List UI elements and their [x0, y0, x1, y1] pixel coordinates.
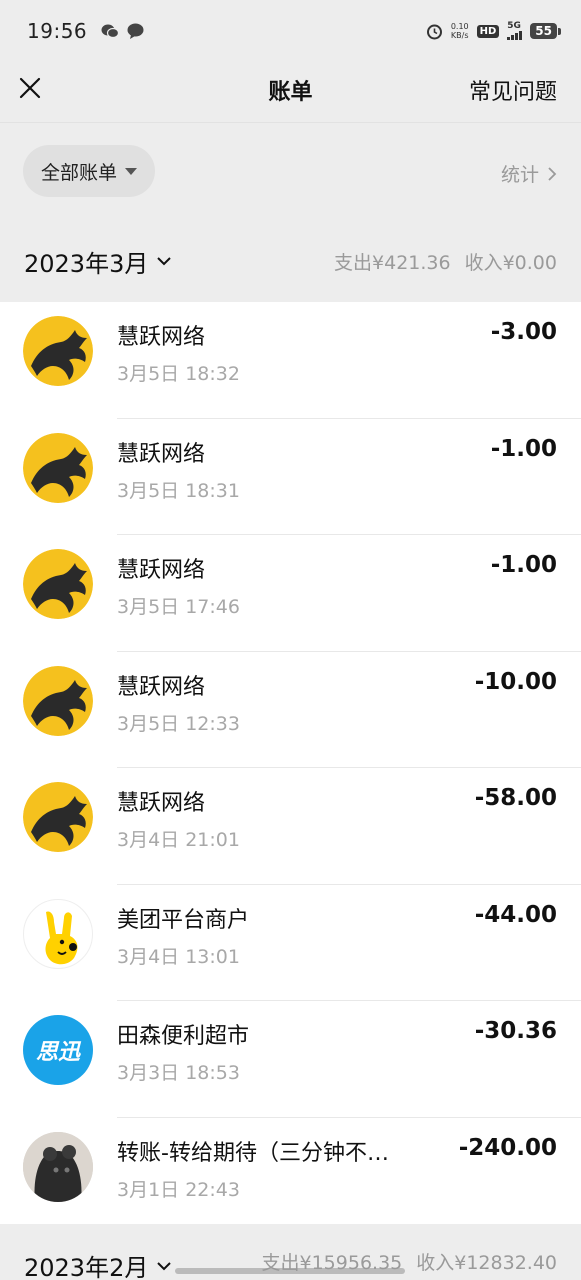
month-expense: 支出¥421.36 [334, 251, 451, 274]
netspeed: 0.10 KB/s [450, 22, 469, 40]
home-indicator[interactable] [175, 1268, 405, 1274]
stats-label: 统计 [500, 164, 539, 186]
merchant-name: 慧跃网络 [117, 325, 206, 350]
chevron-right-icon [548, 166, 557, 181]
transaction-row[interactable]: 美团平台商户 3月4日 13:01 -44.00 [0, 885, 581, 1001]
status-bar: 19:56 0.10 KB/s HD 5G 55 [0, 0, 581, 62]
sixun-logo-avatar: 思迅 [23, 1015, 93, 1085]
transaction-amount: -58.00 [474, 785, 557, 811]
month-summary: 支出¥421.36 收入¥0.00 [334, 248, 557, 275]
status-time: 19:56 [27, 19, 88, 43]
stats-link[interactable]: 统计 [501, 160, 557, 187]
faq-link[interactable]: 常见问题 [469, 74, 557, 106]
merchant-name: 慧跃网络 [117, 441, 206, 467]
month-income: 收入¥0.00 [464, 251, 557, 274]
filter-chip-label: 全部账单 [41, 161, 118, 184]
merchant-name: 田森便利超市 [117, 1024, 250, 1049]
all-bills-filter[interactable]: 全部账单 [23, 145, 156, 197]
network-type: 5G [507, 21, 521, 31]
transaction-amount: -240.00 [458, 1134, 557, 1161]
transaction-row[interactable]: 转账-转给期待（三分钟不… 3月1日 22:43 -240.00 [0, 1118, 581, 1234]
caret-down-icon [125, 167, 138, 175]
meituan-kangaroo-avatar [23, 898, 93, 969]
dragon-logo-avatar [23, 782, 93, 852]
merchant-name: 转账-转给期待（三分钟不… [117, 1140, 389, 1166]
transaction-time: 3月5日 18:32 [117, 363, 240, 385]
transaction-time: 3月1日 22:43 [117, 1178, 240, 1201]
transaction-time: 3月4日 21:01 [117, 829, 240, 851]
transaction-amount: -30.36 [474, 1018, 557, 1044]
chevron-down-icon [157, 257, 172, 266]
transaction-amount: -44.00 [474, 901, 557, 928]
dragon-logo-avatar [23, 549, 93, 619]
sixun-logo-text: 思迅 [35, 1040, 80, 1065]
transaction-row[interactable]: 慧跃网络 3月4日 21:01 -58.00 [0, 768, 581, 885]
transaction-time: 3月5日 12:33 [117, 712, 240, 735]
merchant-name: 慧跃网络 [117, 791, 206, 816]
pet-photo-avatar [23, 1131, 93, 1202]
month-selector[interactable]: 2023年2月 [24, 1248, 172, 1280]
month-header: 2023年3月 支出¥421.36 收入¥0.00 [0, 221, 581, 301]
dragon-logo-avatar [23, 316, 93, 386]
transaction-time: 3月4日 13:01 [117, 945, 240, 968]
transaction-row[interactable]: 思迅 田森便利超市 3月3日 18:53 -30.36 [0, 1001, 581, 1118]
month-selector[interactable]: 2023年3月 [24, 244, 172, 279]
signal-icon [507, 31, 523, 40]
chevron-down-icon [157, 1261, 172, 1270]
transaction-amount: -1.00 [490, 552, 557, 578]
dragon-logo-avatar [23, 665, 93, 736]
nav-bar: 账单 常见问题 [0, 62, 581, 122]
dragon-logo-avatar [23, 432, 93, 503]
merchant-name: 美团平台商户 [117, 907, 250, 933]
battery-indicator: 55 [530, 23, 561, 39]
transaction-row[interactable]: 慧跃网络 3月5日 18:31 -1.00 [0, 419, 581, 535]
transaction-row[interactable]: 慧跃网络 3月5日 17:46 -1.00 [0, 535, 581, 652]
filter-row: 全部账单 统计 [0, 123, 581, 221]
transaction-amount: -1.00 [490, 435, 557, 462]
hd-badge: HD [476, 24, 500, 38]
month-income: 收入¥12832.40 [416, 1252, 557, 1274]
wechat-icon [101, 24, 120, 38]
transaction-amount: -10.00 [474, 668, 557, 695]
merchant-name: 慧跃网络 [117, 558, 206, 583]
transaction-list: 慧跃网络 3月5日 18:32 -3.00 慧跃网络 3月5日 18:31 -1… [0, 302, 581, 1234]
transaction-row[interactable]: 慧跃网络 3月5日 18:32 -3.00 [0, 302, 581, 419]
message-bubble-icon [127, 23, 144, 39]
transaction-time: 3月3日 18:53 [117, 1062, 240, 1084]
merchant-name: 慧跃网络 [117, 674, 206, 700]
alarm-icon [426, 24, 442, 39]
transaction-time: 3月5日 17:46 [117, 596, 240, 618]
transaction-amount: -3.00 [490, 319, 557, 345]
transaction-time: 3月5日 18:31 [117, 479, 240, 502]
transaction-row[interactable]: 慧跃网络 3月5日 12:33 -10.00 [0, 652, 581, 768]
